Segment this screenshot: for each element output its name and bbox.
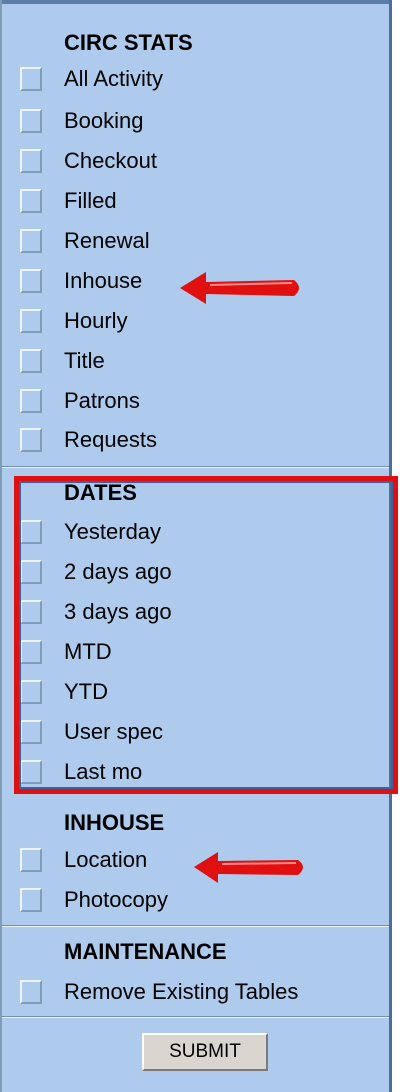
- patrons-checkbox[interactable]: [20, 389, 42, 413]
- title-checkbox[interactable]: [20, 349, 42, 373]
- location-label: Location: [64, 847, 148, 872]
- checkbox-row-title[interactable]: Title: [20, 347, 380, 387]
- checkout-checkbox[interactable]: [20, 149, 42, 173]
- patrons-label: Patrons: [64, 388, 140, 413]
- requests-label: Requests: [64, 427, 157, 452]
- checkbox-row-renewal[interactable]: Renewal: [20, 227, 380, 267]
- all-activity-label: All Activity: [64, 66, 164, 91]
- checkbox-row-remove-existing-tables[interactable]: Remove Existing Tables: [20, 978, 380, 1018]
- filled-label: Filled: [64, 188, 117, 213]
- dates-highlight-box: [14, 476, 398, 794]
- checkbox-row-filled[interactable]: Filled: [20, 187, 380, 227]
- top-rule: [2, 0, 389, 4]
- checkbox-row-patrons[interactable]: Patrons: [20, 387, 380, 427]
- remove-existing-tables-label: Remove Existing Tables: [64, 979, 299, 1004]
- section-divider: [2, 1016, 389, 1018]
- booking-label: Booking: [64, 108, 144, 133]
- circ-stats-heading: CIRC STATS: [64, 30, 193, 55]
- photocopy-label: Photocopy: [64, 887, 168, 912]
- hourly-checkbox[interactable]: [20, 309, 42, 333]
- inhouse-label: Inhouse: [64, 268, 143, 293]
- requests-checkbox[interactable]: [20, 428, 42, 452]
- red-arrow-icon: [180, 272, 299, 304]
- title-label: Title: [64, 348, 105, 373]
- dates-section-border: [19, 481, 393, 789]
- remove-existing-tables-checkbox[interactable]: [20, 980, 42, 1004]
- checkbox-row-hourly[interactable]: Hourly: [20, 307, 380, 347]
- photocopy-checkbox[interactable]: [20, 888, 42, 912]
- checkbox-row-requests[interactable]: Requests: [20, 426, 380, 466]
- section-divider: [2, 925, 389, 927]
- maintenance-heading: MAINTENANCE: [64, 939, 227, 964]
- booking-checkbox[interactable]: [20, 109, 42, 133]
- renewal-label: Renewal: [64, 228, 150, 253]
- section-divider: [2, 466, 389, 468]
- checkout-label: Checkout: [64, 148, 157, 173]
- inhouse-heading: INHOUSE: [64, 810, 165, 835]
- checkbox-row-all-activity[interactable]: All Activity: [20, 65, 380, 105]
- location-checkbox[interactable]: [20, 848, 42, 872]
- submit-button[interactable]: SUBMIT: [142, 1033, 268, 1071]
- checkbox-row-booking[interactable]: Booking: [20, 107, 380, 147]
- red-arrow-icon: [194, 852, 303, 883]
- renewal-checkbox[interactable]: [20, 229, 42, 253]
- inhouse-checkbox[interactable]: [20, 269, 42, 293]
- checkbox-row-photocopy[interactable]: Photocopy: [20, 886, 380, 926]
- checkbox-row-checkout[interactable]: Checkout: [20, 147, 380, 187]
- filled-checkbox[interactable]: [20, 189, 42, 213]
- hourly-label: Hourly: [64, 308, 128, 333]
- all-activity-checkbox[interactable]: [20, 67, 42, 91]
